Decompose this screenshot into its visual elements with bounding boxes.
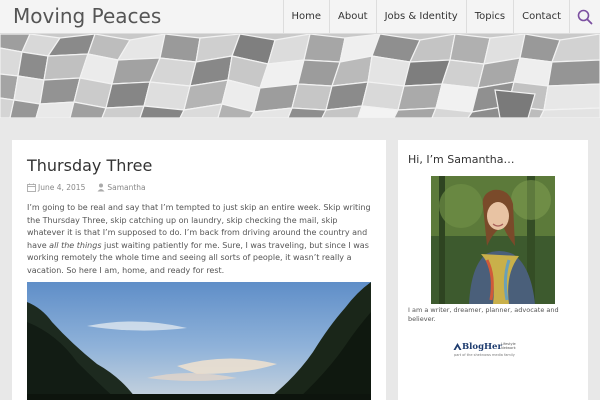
- user-icon: [97, 183, 105, 192]
- blogher-name: BlogHer: [462, 342, 502, 352]
- sidebar-widget: Hi, I’m Samantha… I am a writer, dreamer…: [398, 140, 588, 400]
- widget-title: Hi, I’m Samantha…: [408, 153, 515, 166]
- mosaic-pattern: [0, 34, 600, 118]
- post-body: I’m going to be real and say that I’m te…: [27, 203, 371, 275]
- nav-about[interactable]: About: [329, 0, 376, 33]
- author-bio: I am a writer, dreamer, planner, advocat…: [408, 306, 559, 323]
- calendar-icon: [27, 183, 36, 192]
- site-header: Moving Peaces Home About Jobs & Identity…: [0, 0, 600, 34]
- post-title[interactable]: Thursday Three: [27, 156, 152, 175]
- nav-home[interactable]: Home: [282, 0, 330, 33]
- header-banner-image: [0, 34, 600, 118]
- blogher-subtitle: part of the sheknows media family: [454, 353, 515, 357]
- nav-topics[interactable]: Topics: [465, 0, 513, 33]
- post-photo: [27, 282, 371, 400]
- site-title[interactable]: Moving Peaces: [13, 4, 161, 28]
- main-nav: Home About Jobs & Identity Topics Contac…: [282, 0, 600, 33]
- blogher-logo-icon: [453, 343, 462, 350]
- nav-jobs-identity[interactable]: Jobs & Identity: [375, 0, 466, 33]
- nav-contact[interactable]: Contact: [513, 0, 569, 33]
- search-button[interactable]: [569, 0, 600, 33]
- profile-photo: [431, 176, 555, 304]
- post-author[interactable]: Samantha: [107, 183, 145, 192]
- search-icon: [577, 9, 593, 24]
- post-date[interactable]: June 4, 2015: [38, 183, 85, 192]
- blogher-tagline: Lifestyle Network: [501, 342, 516, 350]
- blogher-badge[interactable]: BlogHer Lifestyle Network part of the sh…: [453, 342, 525, 360]
- post-card: Thursday Three June 4, 2015 Samantha I’m…: [12, 140, 386, 400]
- post-meta: June 4, 2015 Samantha: [27, 183, 146, 192]
